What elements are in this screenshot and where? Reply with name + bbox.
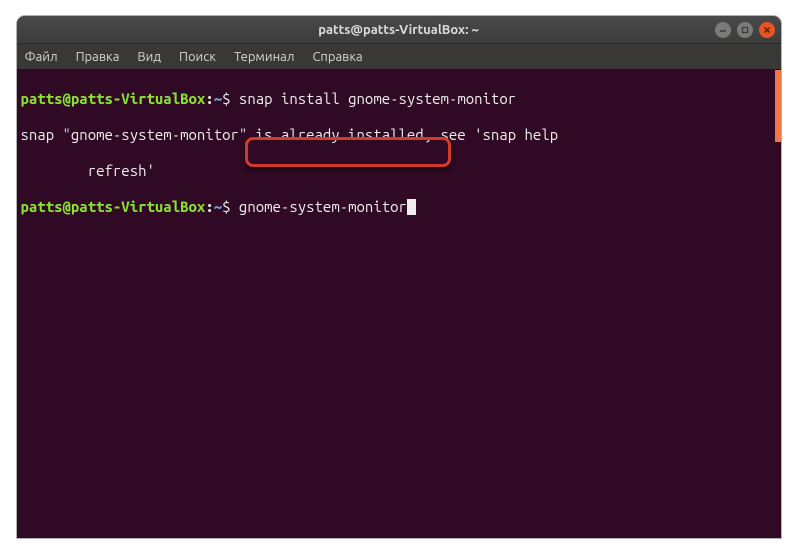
prompt-path: ~ — [214, 198, 222, 215]
titlebar[interactable]: patts@patts-VirtualBox: ~ — [17, 16, 781, 44]
terminal-output[interactable]: patts@patts-VirtualBox:~$ snap install g… — [17, 70, 781, 538]
terminal-line: patts@patts-VirtualBox:~$ snap install g… — [21, 90, 777, 108]
command-text: snap install gnome-system-monitor — [231, 90, 517, 107]
command-text: gnome-system-monitor — [231, 198, 407, 215]
menu-help[interactable]: Справка — [312, 50, 362, 64]
cursor — [407, 199, 416, 215]
terminal-window: patts@patts-VirtualBox: ~ Файл Правка Ви… — [17, 16, 781, 538]
scrollbar-thumb[interactable] — [775, 70, 781, 142]
window-controls — [715, 22, 775, 38]
menu-search[interactable]: Поиск — [179, 50, 216, 64]
close-icon — [763, 26, 771, 34]
prompt-user: patts@patts-VirtualBox — [21, 198, 206, 215]
prompt-path: ~ — [214, 90, 222, 107]
prompt-user: patts@patts-VirtualBox — [21, 90, 206, 107]
menu-file[interactable]: Файл — [25, 50, 58, 64]
maximize-button[interactable] — [737, 22, 753, 38]
menu-edit[interactable]: Правка — [76, 50, 120, 64]
terminal-line: patts@patts-VirtualBox:~$ gnome-system-m… — [21, 198, 777, 216]
menubar: Файл Правка Вид Поиск Терминал Справка — [17, 44, 781, 70]
prompt-dollar: $ — [222, 90, 230, 107]
close-button[interactable] — [759, 22, 775, 38]
terminal-line: refresh' — [21, 162, 777, 180]
menu-terminal[interactable]: Терминал — [234, 50, 294, 64]
menu-view[interactable]: Вид — [137, 50, 161, 64]
maximize-icon — [741, 26, 749, 34]
prompt-colon: : — [205, 90, 213, 107]
window-title: patts@patts-VirtualBox: ~ — [318, 23, 479, 37]
terminal-line: snap "gnome-system-monitor" is already i… — [21, 126, 777, 144]
minimize-button[interactable] — [715, 22, 731, 38]
prompt-dollar: $ — [222, 198, 230, 215]
minimize-icon — [719, 26, 727, 34]
prompt-colon: : — [205, 198, 213, 215]
